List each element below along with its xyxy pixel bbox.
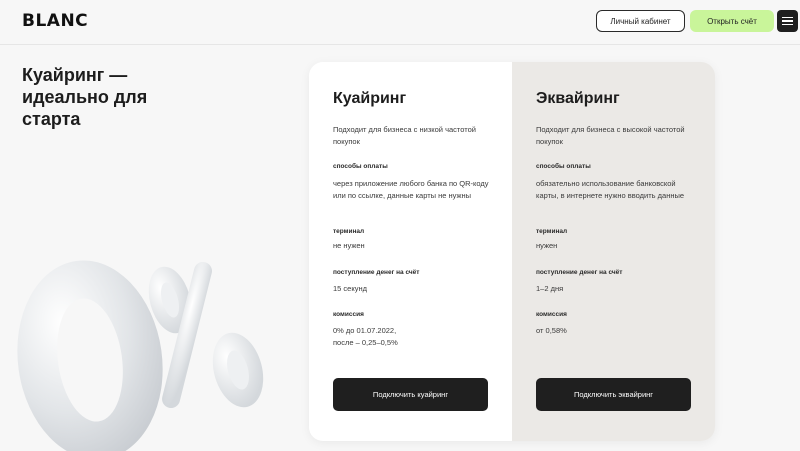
qr-acquiring-description: Подходит для бизнеса с низкой частотой п…: [333, 125, 476, 146]
payment-methods-label: способы оплаты: [536, 163, 591, 170]
fee-value-line1: 0% до 01.07.2022,: [333, 326, 397, 335]
fee-label: комиссия: [536, 311, 567, 318]
menu-icon-bar: [782, 20, 793, 22]
acquiring-title: Эквайринг: [536, 90, 620, 107]
terminal-value: не нужен: [333, 241, 365, 250]
acquiring-column: Эквайринг Подходит для бизнеса с высокой…: [512, 62, 715, 441]
menu-icon-bar: [782, 16, 793, 19]
connect-acquiring-button[interactable]: Подключить эквайринг: [536, 378, 691, 411]
connect-qr-acquiring-button[interactable]: Подключить куайринг: [333, 378, 488, 411]
qr-acquiring-title: Куайринг: [333, 90, 407, 107]
payment-methods-value: через приложение любого банка по QR-коду…: [333, 179, 489, 200]
payment-methods-label: способы оплаты: [333, 163, 388, 170]
site-header: BLANC Личный кабинет Открыть счёт: [0, 0, 800, 45]
hero-title: Куайринг — идеально для старта: [22, 65, 148, 129]
terminal-label: терминал: [536, 228, 568, 235]
brand-logo[interactable]: BLANC: [22, 11, 88, 31]
fee-label: комиссия: [333, 311, 364, 318]
qr-acquiring-column: Куайринг Подходит для бизнеса с низкой ч…: [309, 62, 512, 441]
percent-sign: [148, 261, 264, 409]
acquiring-description: Подходит для бизнеса с высокой частотой …: [536, 125, 685, 146]
payment-methods-value: обязательно использование банковской кар…: [536, 179, 685, 200]
terminal-label: терминал: [333, 228, 365, 235]
funds-arrival-label: поступление денег на счёт: [536, 269, 623, 276]
funds-arrival-value: 15 секунд: [333, 284, 367, 293]
zero-digit: [17, 260, 163, 451]
menu-icon[interactable]: [777, 10, 798, 32]
zero-percent-illustration: [17, 260, 264, 451]
open-account-button[interactable]: Открыть счёт: [690, 10, 774, 32]
funds-arrival-label: поступление денег на счёт: [333, 269, 420, 276]
funds-arrival-value: 1–2 дня: [536, 284, 564, 293]
comparison-card: Куайринг Подходит для бизнеса с низкой ч…: [309, 62, 715, 441]
fee-value-line2: после – 0,25–0,5%: [333, 338, 398, 347]
menu-icon-bar: [782, 23, 793, 26]
terminal-value: нужен: [536, 241, 558, 250]
personal-account-button[interactable]: Личный кабинет: [596, 10, 685, 32]
fee-value: от 0,58%: [536, 326, 567, 335]
